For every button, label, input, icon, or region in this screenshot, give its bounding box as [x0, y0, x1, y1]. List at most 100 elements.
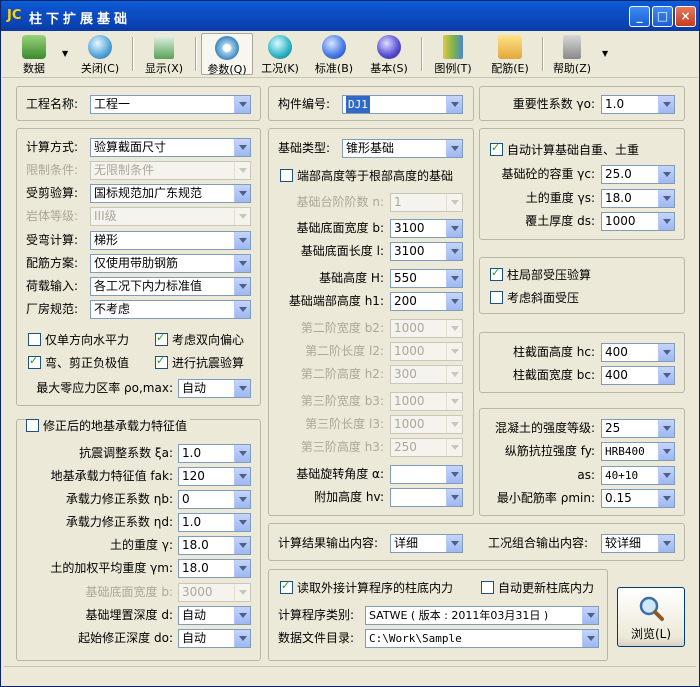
as-label: as: [577, 468, 595, 482]
load-label: 荷载输入: [26, 279, 79, 293]
data-button[interactable]: 数据 [10, 33, 58, 75]
blue-ball-icon [322, 35, 346, 59]
output-content-combo[interactable]: 详细 [390, 534, 463, 553]
h-combo[interactable]: 550 [390, 269, 463, 288]
as-combo[interactable]: 40+10 [601, 466, 675, 485]
checkbox-checked-icon [155, 330, 168, 346]
d0-combo[interactable]: 自动 [178, 629, 251, 648]
hv-combo[interactable] [390, 488, 463, 507]
database-icon [22, 35, 46, 59]
nd-combo[interactable]: 1.0 [178, 513, 251, 532]
dropdown-arrow-icon [446, 393, 462, 410]
close-button[interactable]: 关闭(C) [74, 33, 126, 75]
gs-combo[interactable]: 18.0 [601, 189, 675, 208]
member-combo[interactable]: DJ1 [342, 95, 463, 114]
h-label: 基础高度 H: [319, 271, 384, 285]
negative-extreme-checkbox[interactable]: 弯、剪正负极值 [28, 353, 129, 371]
dropdown-arrow-icon [234, 584, 250, 601]
load-combo[interactable]: 各工况下内力标准值 [90, 277, 251, 296]
xi-label: 抗震调整系数 ξa: [79, 446, 173, 460]
gamma-combo[interactable]: 18.0 [178, 536, 251, 555]
bend-combo[interactable]: 梯形 [90, 231, 251, 250]
bearing-checkbox[interactable]: 修正后的地基承载力特征值 [26, 418, 191, 434]
auto-update-checkbox[interactable]: 自动更新柱底内力 [481, 580, 594, 596]
project-combo[interactable]: 工程一 [90, 95, 251, 114]
minimize-button[interactable]: _ [629, 6, 650, 27]
dropdown-arrow-icon [658, 490, 674, 507]
local-compression-checkbox[interactable]: 柱局部受压验算 [490, 265, 591, 283]
d0-label: 起始修正深度 do: [78, 631, 173, 645]
auto-weight-checkbox[interactable]: 自动计算基础自重、土重 [490, 140, 639, 158]
dropdown-arrow-icon [234, 278, 250, 295]
fak-combo[interactable]: 120 [178, 467, 251, 486]
angle-combo[interactable] [390, 465, 463, 484]
dir-combo[interactable]: C:\Work\Sample [365, 629, 599, 648]
help-button[interactable]: 帮助(Z) [548, 33, 596, 75]
maximize-button[interactable]: □ [652, 6, 673, 27]
status-bar [4, 666, 696, 685]
depth-combo[interactable]: 自动 [178, 606, 251, 625]
pmin-label: 最小配筋率 ρmin: [496, 491, 595, 505]
close-window-button[interactable]: × [675, 6, 696, 27]
condition-button[interactable]: 工况(K) [256, 33, 304, 75]
dropdown-arrow-icon [234, 514, 250, 531]
program-combo[interactable]: SATWE ( 版本 : 2011年03月31日 ) [365, 606, 599, 625]
concrete-label: 混凝土的强度等级: [494, 421, 595, 435]
gm-combo[interactable]: 18.0 [178, 559, 251, 578]
window-title: 柱下扩展基础 [29, 12, 132, 27]
dropdown-arrow-icon [234, 96, 250, 113]
fy-combo[interactable]: HRB400 [601, 442, 675, 461]
bc-combo[interactable]: 400 [601, 366, 675, 385]
toolbar: 数据 ▼ 关闭(C) 显示(X) 参数(Q) 工况(K) 标准(B) 基本(S) [2, 31, 698, 78]
edge-height-checkbox[interactable]: 端部高度等于根部高度的基础 [280, 168, 453, 184]
importance-combo[interactable]: 1.0 [601, 95, 675, 114]
single-direction-checkbox[interactable]: 仅单方向水平力 [28, 332, 129, 348]
basic-button[interactable]: 基本(S) [364, 33, 414, 75]
pmin-combo[interactable]: 0.15 [601, 489, 675, 508]
help-dropdown-icon[interactable]: ▼ [602, 49, 608, 58]
browse-button[interactable]: 浏览(L) [617, 587, 685, 647]
xi-combo[interactable]: 1.0 [178, 444, 251, 463]
param-disc-icon [215, 36, 239, 60]
ds-label: 覆土厚度 ds: [525, 214, 595, 228]
legend-button[interactable]: 图例(T) [428, 33, 478, 75]
biaxial-checkbox[interactable]: 考虑双向偏心 [155, 330, 244, 348]
dropdown-arrow-icon [234, 445, 250, 462]
rock-combo: III级 [90, 207, 251, 226]
checkbox-checked-icon [28, 353, 41, 369]
plant-combo[interactable]: 不考虑 [90, 300, 251, 319]
dropdown-arrow-icon [446, 270, 462, 287]
slope-compression-checkbox[interactable]: 考虑斜面受压 [490, 290, 579, 306]
dropdown-arrow-icon [658, 535, 674, 552]
checkbox-checked-icon [490, 140, 503, 156]
dropdown-arrow-icon [446, 220, 462, 237]
param-button[interactable]: 参数(Q) [201, 33, 253, 76]
hc-combo[interactable]: 400 [601, 343, 675, 362]
standard-button[interactable]: 标准(B) [310, 33, 358, 75]
data-dropdown-icon[interactable]: ▼ [62, 49, 68, 58]
rebar-button[interactable]: 配筋(E) [484, 33, 536, 75]
dropdown-arrow-icon [234, 560, 250, 577]
b-combo[interactable]: 3100 [390, 219, 463, 238]
read-external-checkbox[interactable]: 读取外接计算程序的柱底内力 [280, 578, 453, 596]
method-combo[interactable]: 验算截面尺寸 [90, 138, 251, 157]
dropdown-arrow-icon [234, 185, 250, 202]
zero-stress-combo[interactable]: 自动 [178, 379, 251, 398]
concrete-combo[interactable]: 25 [601, 419, 675, 438]
ds-combo[interactable]: 1000 [601, 212, 675, 231]
rebar-combo[interactable]: 仅使用带肋钢筋 [90, 254, 251, 273]
gc-combo[interactable]: 25.0 [601, 165, 675, 184]
display-button[interactable]: 显示(X) [139, 33, 189, 75]
seismic-checkbox[interactable]: 进行抗震验算 [155, 353, 244, 371]
checkbox-icon [490, 291, 503, 304]
magnifier-icon [639, 596, 664, 621]
l-combo[interactable]: 3100 [390, 242, 463, 261]
punch-combo[interactable]: 国标规范加广东规范 [90, 184, 251, 203]
help-book-icon [563, 35, 581, 59]
dropdown-arrow-icon [234, 468, 250, 485]
l3-label: 第三阶长度 l3: [305, 417, 384, 431]
type-combo[interactable]: 锥形基础 [342, 139, 463, 158]
h1-combo[interactable]: 200 [390, 292, 463, 311]
nb-combo[interactable]: 0 [178, 490, 251, 509]
output-combo-combo[interactable]: 较详细 [601, 534, 675, 553]
